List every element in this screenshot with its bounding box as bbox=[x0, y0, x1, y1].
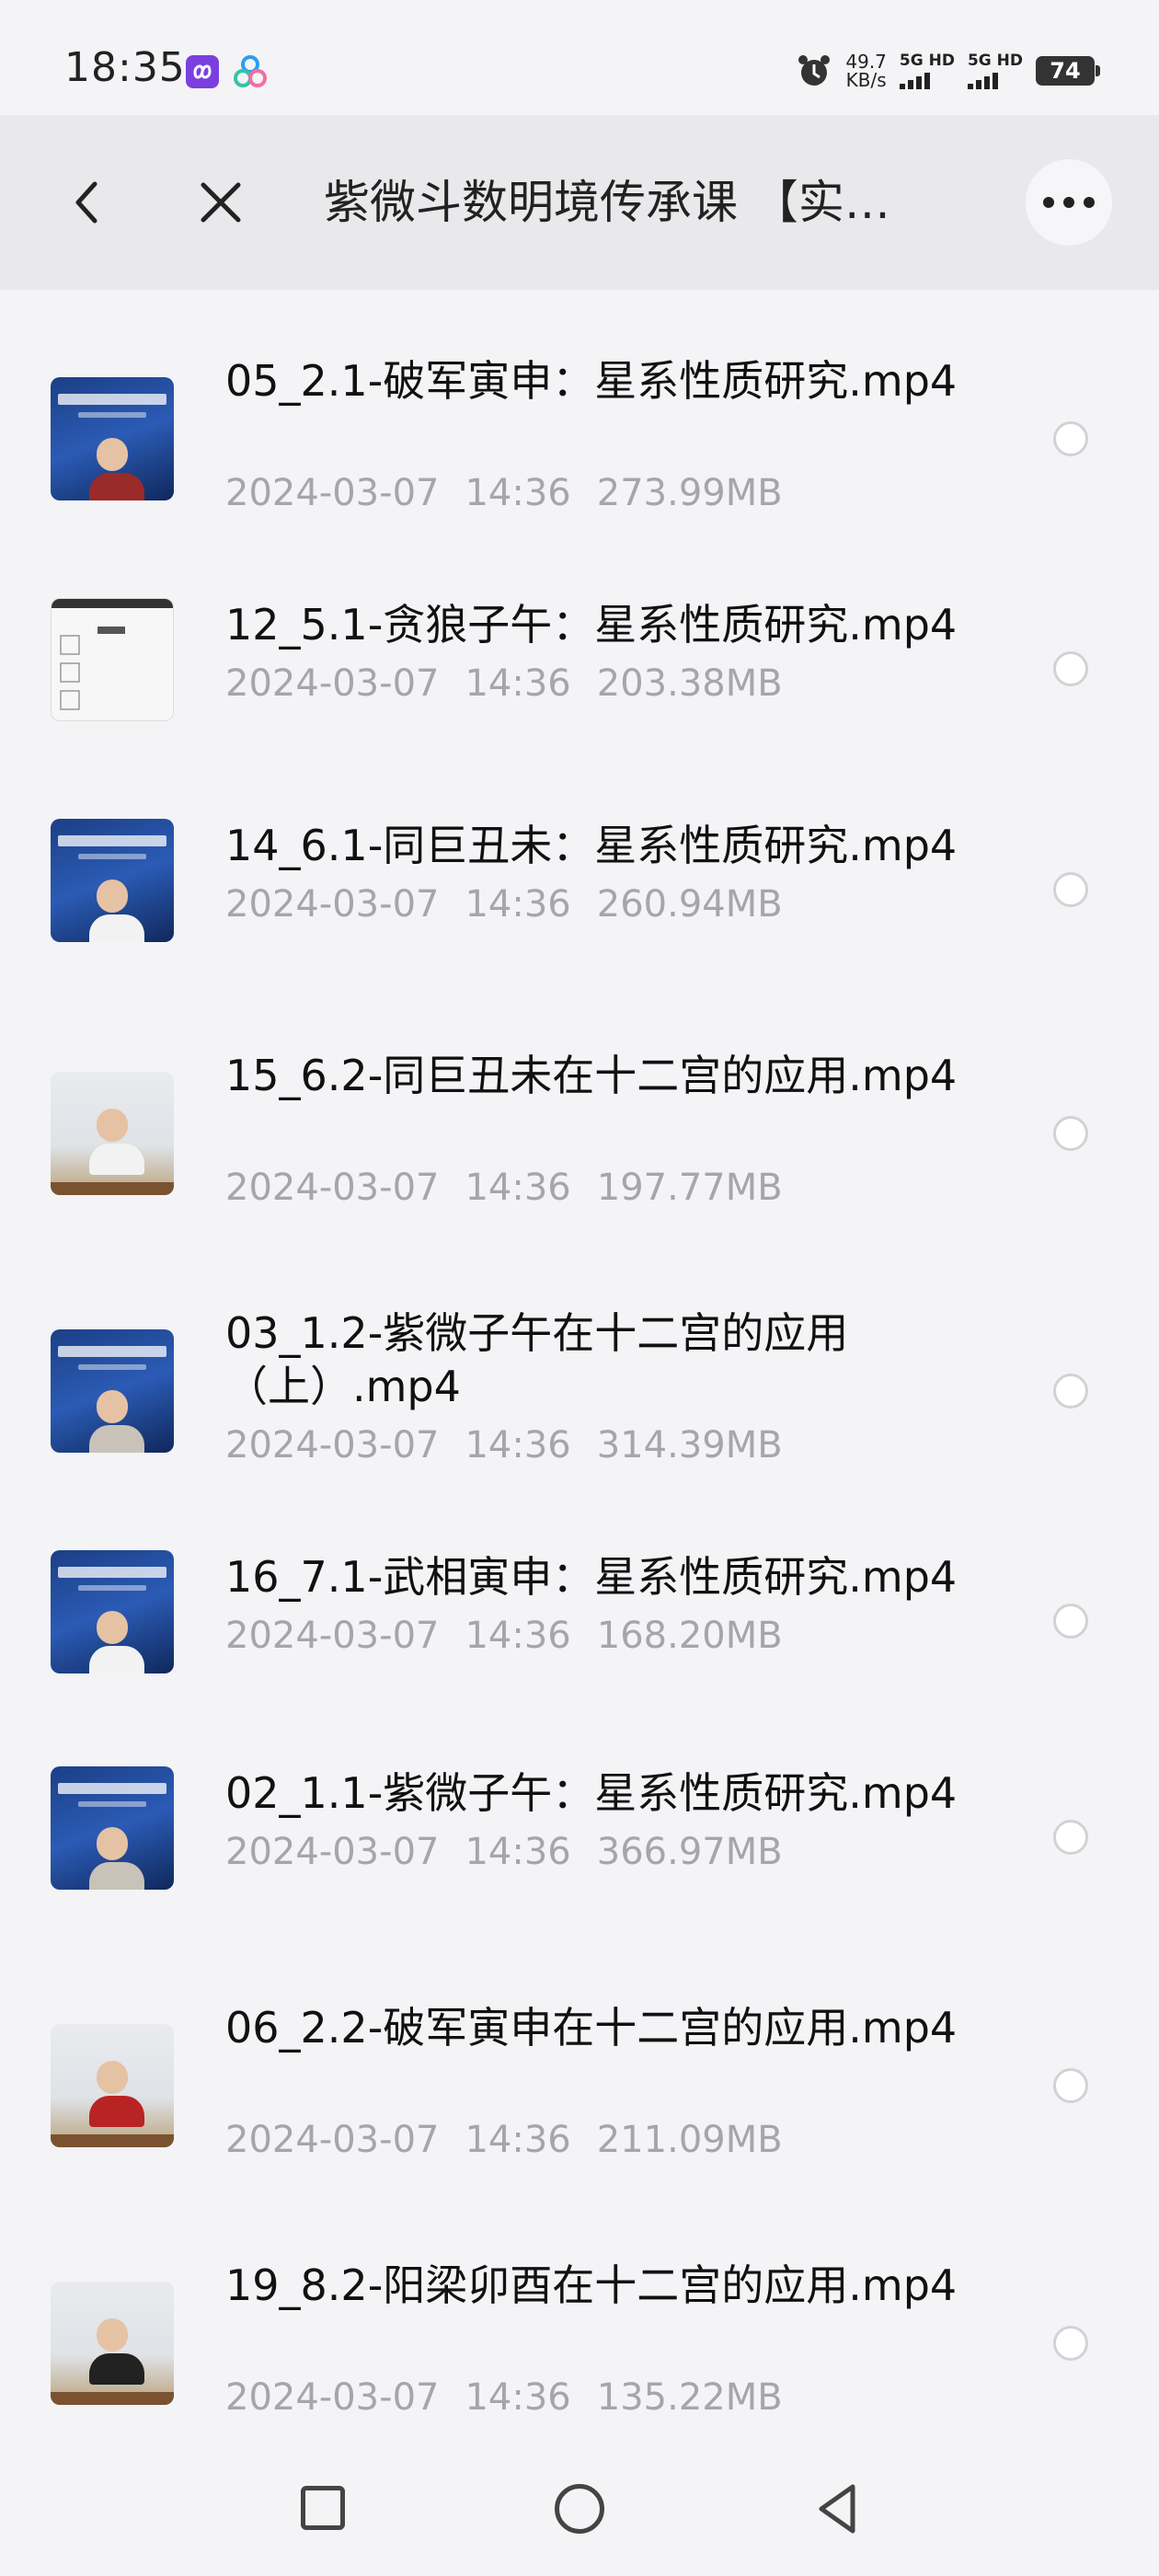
back-triangle-icon[interactable] bbox=[814, 2482, 860, 2536]
file-time: 14:36 bbox=[465, 662, 571, 705]
video-thumbnail bbox=[51, 1329, 174, 1453]
video-thumbnail bbox=[51, 1766, 174, 1890]
select-radio[interactable] bbox=[1053, 2068, 1088, 2103]
file-size: 366.97MB bbox=[596, 1831, 783, 1873]
file-name: 19_8.2-阳梁卯酉在十二宫的应用.mp4 bbox=[225, 2260, 958, 2310]
file-time: 14:36 bbox=[465, 1615, 571, 1657]
select-radio[interactable] bbox=[1053, 872, 1088, 907]
alarm-icon bbox=[796, 52, 832, 89]
select-radio[interactable] bbox=[1053, 651, 1088, 686]
file-size: 203.38MB bbox=[596, 662, 783, 705]
status-bar: 18:35 49.7 KB/s 5G HD 5G HD 74 bbox=[0, 0, 1159, 115]
title-bar: 紫微斗数明境传承课 【实… bbox=[0, 115, 1159, 290]
file-time: 14:36 bbox=[465, 1831, 571, 1873]
video-thumbnail bbox=[51, 2282, 174, 2405]
file-list-item[interactable]: 14_6.1-同巨丑未：星系性质研究.mp4 2024-03-07 14:36 260… bbox=[0, 768, 1159, 984]
signal-icon: 5G HD bbox=[899, 52, 955, 89]
file-list-item[interactable]: 03_1.2-紫微子午在十二宫的应用（上）.mp4 2024-03-07 14:36… bbox=[0, 1242, 1159, 1500]
file-name: 05_2.1-破军寅申：星系性质研究.mp4 bbox=[225, 356, 958, 406]
recent-apps-icon[interactable] bbox=[301, 2486, 345, 2530]
select-radio[interactable] bbox=[1053, 421, 1088, 456]
file-date: 2024-03-07 bbox=[225, 1167, 440, 1209]
file-name: 16_7.1-武相寅申：星系性质研究.mp4 bbox=[225, 1552, 958, 1602]
file-meta: 2024-03-07 14:36 314.39MB bbox=[225, 1422, 989, 1468]
video-thumbnail bbox=[51, 377, 174, 500]
file-list-item[interactable]: 05_2.1-破军寅申：星系性质研究.mp4 2024-03-07 14:36 273… bbox=[0, 290, 1159, 547]
select-radio[interactable] bbox=[1053, 1374, 1088, 1409]
file-date: 2024-03-07 bbox=[225, 1831, 440, 1873]
signal-icon: 5G HD bbox=[967, 52, 1023, 89]
file-meta: 2024-03-07 14:36 168.20MB bbox=[225, 1613, 989, 1659]
page-title: 紫微斗数明境传承课 【实… bbox=[324, 176, 890, 229]
file-time: 14:36 bbox=[465, 883, 571, 926]
file-meta: 2024-03-07 14:36 211.09MB bbox=[225, 2117, 989, 2163]
cloud-app-icon bbox=[232, 53, 269, 90]
video-thumbnail bbox=[51, 598, 174, 721]
net-speed: 49.7 KB/s bbox=[845, 51, 887, 91]
file-size: 314.39MB bbox=[596, 1424, 783, 1466]
select-radio[interactable] bbox=[1053, 1820, 1088, 1855]
file-size: 135.22MB bbox=[596, 2376, 783, 2419]
file-list-item[interactable]: 06_2.2-破军寅申在十二宫的应用.mp4 2024-03-07 14:36 211… bbox=[0, 1937, 1159, 2194]
video-thumbnail bbox=[51, 1072, 174, 1195]
home-icon[interactable] bbox=[555, 2484, 604, 2534]
video-thumbnail bbox=[51, 2024, 174, 2147]
file-time: 14:36 bbox=[465, 2376, 571, 2419]
file-name: 15_6.2-同巨丑未在十二宫的应用.mp4 bbox=[225, 1051, 958, 1100]
battery-icon: 74 bbox=[1036, 56, 1100, 86]
file-name: 14_6.1-同巨丑未：星系性质研究.mp4 bbox=[225, 821, 958, 870]
file-time: 14:36 bbox=[465, 1424, 571, 1466]
file-name: 06_2.2-破军寅申在十二宫的应用.mp4 bbox=[225, 2003, 958, 2053]
file-name: 03_1.2-紫微子午在十二宫的应用（上）.mp4 bbox=[225, 1308, 849, 1411]
file-date: 2024-03-07 bbox=[225, 1424, 440, 1466]
more-button[interactable] bbox=[1026, 159, 1112, 246]
file-size: 168.20MB bbox=[596, 1615, 783, 1657]
chevron-left-icon bbox=[75, 181, 98, 224]
file-meta: 2024-03-07 14:36 197.77MB bbox=[225, 1165, 989, 1211]
back-button[interactable] bbox=[55, 170, 120, 235]
file-date: 2024-03-07 bbox=[225, 1615, 440, 1657]
close-icon bbox=[201, 182, 241, 223]
close-button[interactable] bbox=[189, 170, 253, 235]
file-time: 14:36 bbox=[465, 472, 571, 514]
video-thumbnail bbox=[51, 1550, 174, 1673]
file-time: 14:36 bbox=[465, 2119, 571, 2161]
file-name: 12_5.1-贪狼子午：星系性质研究.mp4 bbox=[225, 600, 958, 650]
file-date: 2024-03-07 bbox=[225, 662, 440, 705]
file-meta: 2024-03-07 14:36 273.99MB bbox=[225, 470, 989, 516]
file-list-item[interactable]: 12_5.1-贪狼子午：星系性质研究.mp4 2024-03-07 14:36 203… bbox=[0, 547, 1159, 764]
file-name: 02_1.1-紫微子午：星系性质研究.mp4 bbox=[225, 1768, 958, 1818]
select-radio[interactable] bbox=[1053, 2326, 1088, 2361]
file-list-item[interactable]: 15_6.2-同巨丑未在十二宫的应用.mp4 2024-03-07 14:36 197… bbox=[0, 984, 1159, 1242]
file-size: 273.99MB bbox=[596, 472, 783, 514]
file-meta: 2024-03-07 14:36 366.97MB bbox=[225, 1829, 989, 1875]
select-radio[interactable] bbox=[1053, 1604, 1088, 1639]
file-date: 2024-03-07 bbox=[225, 883, 440, 926]
file-time: 14:36 bbox=[465, 1167, 571, 1209]
select-radio[interactable] bbox=[1053, 1116, 1088, 1151]
file-size: 211.09MB bbox=[596, 2119, 783, 2161]
video-thumbnail bbox=[51, 819, 174, 942]
file-list-item[interactable]: 02_1.1-紫微子午：星系性质研究.mp4 2024-03-07 14:36 366… bbox=[0, 1716, 1159, 1932]
file-meta: 2024-03-07 14:36 260.94MB bbox=[225, 881, 989, 927]
file-list-item[interactable]: 19_8.2-阳梁卯酉在十二宫的应用.mp4 2024-03-07 14:36 135… bbox=[0, 2194, 1159, 2452]
file-meta: 2024-03-07 14:36 135.22MB bbox=[225, 2375, 989, 2421]
file-date: 2024-03-07 bbox=[225, 472, 440, 514]
more-dots-icon bbox=[1043, 197, 1095, 208]
file-date: 2024-03-07 bbox=[225, 2376, 440, 2419]
system-nav-bar bbox=[0, 2447, 1159, 2576]
file-meta: 2024-03-07 14:36 203.38MB bbox=[225, 661, 989, 707]
status-time: 18:35 bbox=[64, 44, 186, 91]
file-date: 2024-03-07 bbox=[225, 2119, 440, 2161]
soul-app-icon bbox=[186, 55, 219, 88]
file-size: 197.77MB bbox=[596, 1167, 783, 1209]
file-list-item[interactable]: 16_7.1-武相寅申：星系性质研究.mp4 2024-03-07 14:36 168… bbox=[0, 1500, 1159, 1716]
file-size: 260.94MB bbox=[596, 883, 783, 926]
